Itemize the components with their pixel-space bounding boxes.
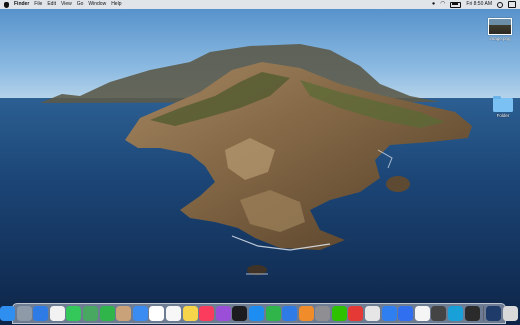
menu-bar-right: ● ◠ Fri 8:50 AM (432, 0, 516, 9)
dock-maps-icon[interactable] (82, 306, 98, 321)
dock-baidu-netdisk-icon[interactable] (381, 306, 397, 321)
menu-go[interactable]: Go (77, 0, 84, 9)
dock-photos-icon[interactable] (49, 306, 65, 321)
dock-calendar-icon[interactable] (149, 306, 165, 321)
dock-app-store-icon[interactable] (248, 306, 264, 321)
search-icon[interactable] (497, 1, 503, 8)
dock-keynote-icon[interactable] (282, 306, 298, 321)
dock-wps-icon[interactable] (348, 306, 364, 321)
dock (0, 303, 518, 324)
dock-messages-icon[interactable] (66, 306, 82, 321)
control-center-icon[interactable] (508, 1, 516, 8)
dock-screenshot-preview-icon[interactable] (486, 306, 502, 321)
dock-notes-icon[interactable] (182, 306, 198, 321)
desktop-icon-screenshot[interactable]: image.png (485, 18, 515, 41)
wifi-icon[interactable]: ◠ (440, 0, 445, 9)
desktop-icon-folder[interactable]: Folder (488, 96, 518, 118)
dock-finder-icon[interactable] (0, 306, 15, 321)
dock-trash-icon[interactable] (503, 306, 518, 321)
menu-clock[interactable]: Fri 8:50 AM (466, 0, 492, 9)
menu-help[interactable]: Help (111, 0, 121, 9)
dock-system-preferences-icon[interactable] (315, 306, 331, 321)
dock-wechat-icon[interactable] (331, 306, 347, 321)
menu-window[interactable]: Window (88, 0, 106, 9)
dock-mail-icon[interactable] (132, 306, 148, 321)
apple-menu-icon[interactable] (4, 1, 9, 8)
dock-reminders-icon[interactable] (165, 306, 181, 321)
dock-edge-icon[interactable] (448, 306, 464, 321)
app-menu-finder[interactable]: Finder (14, 0, 29, 9)
dock-separator (482, 306, 484, 321)
siri-icon[interactable]: ● (432, 0, 435, 9)
folder-icon (493, 96, 513, 112)
dock-safari-icon[interactable] (33, 306, 49, 321)
dock-pages-icon[interactable] (298, 306, 314, 321)
dock-apple-tv-icon[interactable] (232, 306, 248, 321)
menu-bar: Finder File Edit View Go Window Help ● ◠… (0, 0, 520, 9)
menu-edit[interactable]: Edit (47, 0, 56, 9)
battery-icon[interactable] (450, 1, 462, 8)
dock-pictures-icon[interactable] (431, 306, 447, 321)
dock-contacts-icon[interactable] (116, 306, 132, 321)
desktop-icon-label: Folder (496, 113, 510, 118)
dock-podcasts-icon[interactable] (215, 306, 231, 321)
desktop-icon-label: image.png (489, 36, 511, 41)
dock-music-icon[interactable] (199, 306, 215, 321)
desktop-wallpaper (0, 0, 520, 325)
dock-xmind-icon[interactable] (365, 306, 381, 321)
menu-file[interactable]: File (34, 0, 42, 9)
dock-facetime-icon[interactable] (99, 306, 115, 321)
image-thumbnail (488, 18, 512, 35)
dock-terminal-icon[interactable] (464, 306, 480, 321)
dock-feishu-icon[interactable] (398, 306, 414, 321)
menu-view[interactable]: View (61, 0, 72, 9)
dock-numbers-icon[interactable] (265, 306, 281, 321)
dock-launchpad-icon[interactable] (16, 306, 32, 321)
dock-qq-icon[interactable] (414, 306, 430, 321)
menu-bar-left: Finder File Edit View Go Window Help (4, 0, 121, 9)
